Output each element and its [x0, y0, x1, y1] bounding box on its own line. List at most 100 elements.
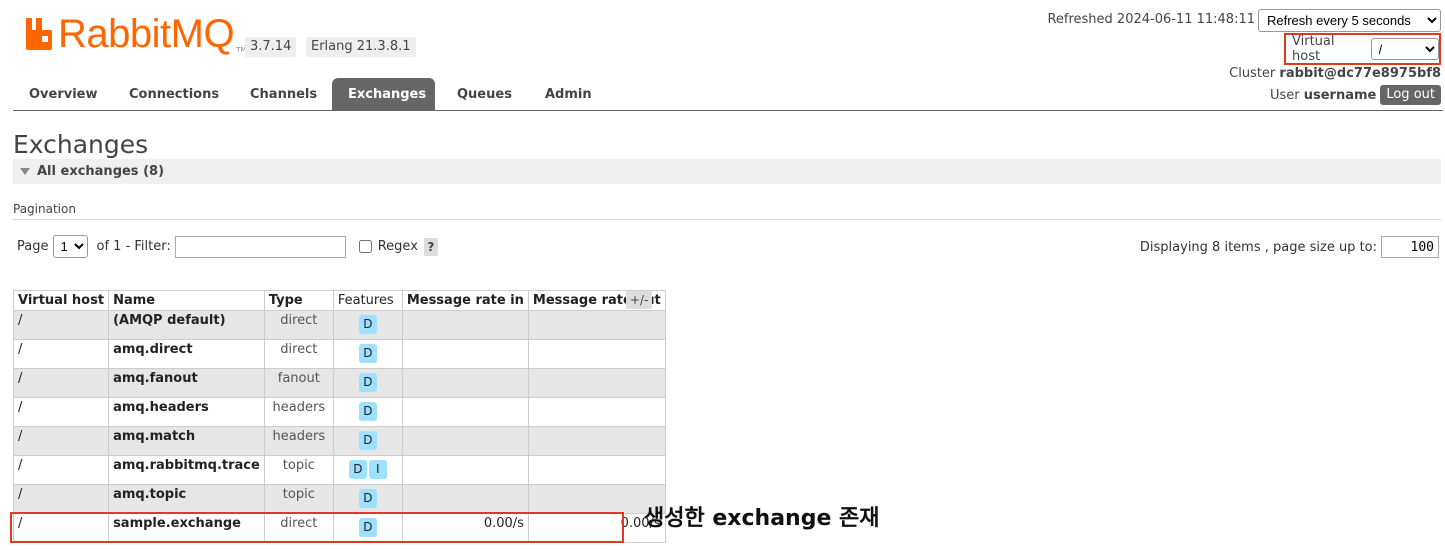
cell-rate-out [527, 426, 666, 456]
exchange-name-link[interactable]: amq.rabbitmq.trace [108, 455, 265, 485]
page-select[interactable]: 1 [53, 235, 89, 258]
cell-vhost: / [12, 455, 110, 485]
cell-rate-out [527, 339, 666, 369]
page-size-input[interactable] [1381, 236, 1439, 258]
pager-controls: Page 1 of 1 - Filter: Regex ? [17, 235, 438, 258]
cell-vhost: / [12, 426, 110, 456]
cell-rate-in [401, 310, 529, 340]
durable-badge: D [358, 402, 377, 421]
cell-rate-in [401, 397, 529, 427]
exchange-name-link[interactable]: amq.fanout [108, 368, 265, 398]
cell-rate-out [527, 455, 666, 485]
column-virtual-host[interactable]: Virtual host [12, 290, 110, 311]
cell-vhost: / [12, 368, 110, 398]
durable-badge: D [348, 460, 367, 479]
cell-type: headers [263, 397, 334, 427]
tab-overview[interactable]: Overview [13, 78, 107, 110]
column-features: Features [332, 290, 403, 311]
durable-badge: D [358, 344, 377, 363]
vhost-label: Virtual host [1292, 34, 1335, 64]
exchange-name-link[interactable]: (AMQP default) [108, 310, 265, 340]
cell-vhost: / [12, 484, 110, 514]
table-row[interactable]: / amq.direct direct D [12, 339, 666, 369]
exchanges-table: Virtual host Name Type Features Message … [12, 290, 666, 543]
durable-badge: D [358, 431, 377, 450]
cell-features: DI [332, 455, 403, 485]
cell-rate-in [401, 455, 529, 485]
table-header-row: Virtual host Name Type Features Message … [12, 290, 666, 311]
exchange-name-link[interactable]: amq.topic [108, 484, 265, 514]
cell-rate-out [527, 397, 666, 427]
cell-rate-in [401, 484, 529, 514]
logo-wordmark: RabbitMQ [58, 12, 235, 56]
column-name[interactable]: Name [108, 290, 265, 311]
tab-connections[interactable]: Connections [113, 78, 228, 110]
cell-type: topic [263, 484, 334, 514]
annotation-caption: 생성한 exchange 존재 [644, 506, 880, 531]
filter-label: - Filter: [125, 239, 171, 254]
rabbitmq-logo: RabbitMQ TM [24, 12, 246, 56]
cell-rate-out [527, 310, 666, 340]
rabbitmq-version-badge: 3.7.14 [245, 37, 297, 57]
cell-features: D [332, 368, 403, 398]
column-type[interactable]: Type [263, 290, 334, 311]
exchange-name-link[interactable]: amq.headers [108, 397, 265, 427]
collapse-triangle-icon [20, 168, 30, 175]
page-title: Exchanges [13, 130, 149, 159]
table-row[interactable]: / (AMQP default) direct D [12, 310, 666, 340]
cell-type: headers [263, 426, 334, 456]
displaying-label: Displaying 8 items , page size up to: [1139, 239, 1377, 255]
all-exchanges-section-toggle[interactable]: All exchanges (8) [13, 159, 1441, 184]
durable-badge: D [358, 489, 377, 508]
help-icon[interactable]: ? [423, 237, 438, 256]
cell-type: fanout [263, 368, 334, 398]
cell-rate-in [401, 339, 529, 369]
cell-type: direct [263, 339, 334, 369]
cell-rate-out [527, 368, 666, 398]
display-info: Displaying 8 items , page size up to: [1140, 236, 1439, 258]
cell-features: D [332, 484, 403, 514]
cell-vhost: / [12, 310, 110, 340]
main-nav: Overview Connections Channels Exchanges … [13, 78, 1443, 111]
section-label: All exchanges (8) [37, 164, 165, 179]
exchange-name-link[interactable]: amq.match [108, 426, 265, 456]
erlang-version-badge: Erlang 21.3.8.1 [306, 37, 416, 57]
cell-features: D [332, 310, 403, 340]
column-message-rate-in[interactable]: Message rate in [401, 290, 529, 311]
durable-badge: D [358, 373, 377, 392]
refreshed-timestamp: Refreshed 2024-06-11 11:48:11 [1047, 12, 1255, 27]
cell-features: D [332, 397, 403, 427]
regex-label: Regex [377, 239, 418, 254]
vhost-highlight-box: Virtual host / [1284, 33, 1441, 65]
tab-channels[interactable]: Channels [234, 78, 326, 110]
table-row[interactable]: / amq.fanout fanout D [12, 368, 666, 398]
table-row[interactable]: / amq.match headers D [12, 426, 666, 456]
cell-rate-in [401, 426, 529, 456]
rabbit-logo-icon [26, 18, 52, 50]
cell-type: topic [263, 455, 334, 485]
page-label: Page [17, 239, 49, 254]
cell-features: D [332, 339, 403, 369]
column-toggle-button[interactable]: +/- [626, 291, 653, 309]
table-row[interactable]: / amq.headers headers D [12, 397, 666, 427]
pagination-divider [13, 219, 1441, 220]
cell-vhost: / [12, 397, 110, 427]
cell-vhost: / [12, 339, 110, 369]
table-row[interactable]: / amq.topic topic D [12, 484, 666, 514]
table-row[interactable]: / amq.rabbitmq.trace topic DI [12, 455, 666, 485]
page-count-label: of 1 [96, 239, 122, 254]
regex-checkbox[interactable] [358, 240, 372, 253]
tab-admin[interactable]: Admin [529, 78, 603, 110]
refresh-interval-select[interactable]: Refresh every 5 seconds [1258, 9, 1441, 32]
tab-exchanges[interactable]: Exchanges [332, 78, 435, 110]
cell-rate-in [401, 368, 529, 398]
durable-badge: D [358, 315, 377, 334]
cell-features: D [332, 426, 403, 456]
cell-type: direct [263, 310, 334, 340]
internal-badge: I [368, 460, 387, 479]
filter-input[interactable] [174, 235, 346, 258]
vhost-select[interactable]: / [1370, 38, 1439, 60]
tab-queues[interactable]: Queues [441, 78, 523, 110]
exchange-name-link[interactable]: amq.direct [108, 339, 265, 369]
sample-exchange-highlight-box [10, 512, 624, 543]
